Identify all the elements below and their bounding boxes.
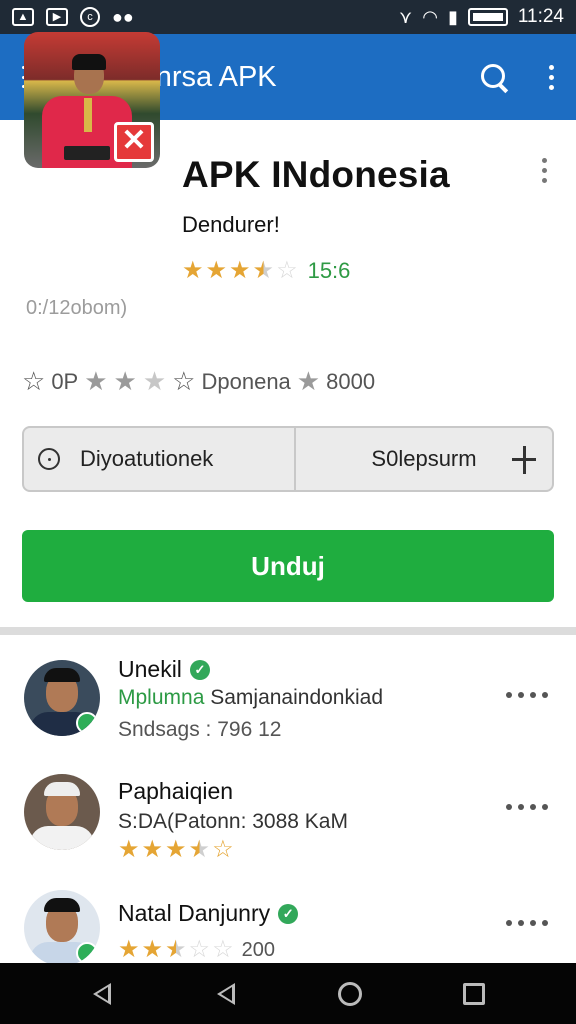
star-icon: ★ xyxy=(296,366,321,396)
reviewer-name-text: Natal Danjunry xyxy=(118,900,271,926)
description-button[interactable]: Diyoatutionek xyxy=(24,428,296,490)
review-item[interactable]: Unekil ✓ Mplumna Samjanaindonkiad Sndsag… xyxy=(0,650,576,760)
star-icon: ★ xyxy=(113,366,137,396)
section-divider xyxy=(0,627,576,635)
app-rating: ★ ★ ★ ★ ☆ 15:6 xyxy=(182,258,350,284)
download-button[interactable]: Unduj xyxy=(22,530,554,602)
avatar xyxy=(24,774,100,850)
back-icon[interactable] xyxy=(82,974,122,1014)
home-icon[interactable] xyxy=(330,974,370,1014)
system-nav-bar xyxy=(0,963,576,1024)
reviewer-name: Unekil ✓ xyxy=(118,656,210,683)
review-rating-value: 200 xyxy=(241,938,275,961)
battery-icon xyxy=(467,8,508,26)
app-title: APK INdonesia xyxy=(182,154,450,195)
review-menu-icon[interactable] xyxy=(506,920,548,926)
rating-stars: ★ ★ ★ ★ ☆ xyxy=(182,257,298,284)
review-stars: ★ ★ ★ ☆ ☆ xyxy=(118,936,234,963)
reviewer-name: Paphaiqien xyxy=(118,778,233,805)
review-meta: Sndsags : 796 12 xyxy=(118,718,282,741)
review-stars: ★ ★ ★ ★ ☆ xyxy=(118,836,234,863)
share-icon xyxy=(510,446,538,474)
review-subtitle: S:DA(Patonn: 3088 KaM xyxy=(118,810,348,833)
app-overflow-icon[interactable] xyxy=(542,158,547,183)
back-alt-icon[interactable] xyxy=(206,974,246,1014)
app-developer[interactable]: Dendurer! xyxy=(182,212,280,238)
gamepad-icon: ●● xyxy=(112,7,134,27)
review-menu-icon[interactable] xyxy=(506,804,548,810)
vibrate-icon: ⋎ xyxy=(399,7,413,27)
reviewer-name: Natal Danjunry ✓ xyxy=(118,900,299,927)
star-outline-icon: ☆ xyxy=(22,366,46,396)
share-button-label: S0lepsurm xyxy=(371,446,477,471)
description-button-label: Diyoatutionek xyxy=(80,446,214,471)
star-icon: ★ xyxy=(84,366,108,396)
status-bar: ▲ ▶ c ●● ⋎ ◠ ▮ 11:24 xyxy=(0,0,576,34)
app-size: 0:/12obom) xyxy=(26,297,128,319)
signal-icon: ▮ xyxy=(447,7,458,27)
reviewer-name-text: Paphaiqien xyxy=(118,778,234,804)
chat-icon xyxy=(38,448,60,470)
meta-label-3: 8000 xyxy=(326,368,376,394)
meta-label-2: Dponena xyxy=(201,368,291,394)
recents-icon[interactable] xyxy=(454,974,494,1014)
app-icon: ✕ xyxy=(24,32,160,168)
circle-app-icon: c xyxy=(80,7,100,27)
action-button-group: Diyoatutionek S0lepsurm xyxy=(22,426,554,492)
avatar xyxy=(24,660,100,736)
verified-icon: ✓ xyxy=(189,659,210,680)
status-time: 11:24 xyxy=(517,6,564,27)
star-icon: ★ xyxy=(142,366,167,396)
star-outline-icon: ☆ xyxy=(172,366,196,396)
review-menu-icon[interactable] xyxy=(506,692,548,698)
share-button[interactable]: S0lepsurm xyxy=(296,428,552,490)
meta-label-1: 0P xyxy=(51,368,79,394)
image-icon: ▲ xyxy=(12,8,34,26)
review-rating: ★ ★ ★ ☆ ☆ 200 xyxy=(118,938,275,962)
wifi-icon: ◠ xyxy=(422,7,438,27)
search-icon[interactable] xyxy=(479,62,509,92)
overflow-menu-icon[interactable] xyxy=(549,64,554,90)
verified-icon: ✓ xyxy=(278,903,299,924)
app-meta-row: ☆ 0P ★ ★ ★ ☆ Dponena ★ 8000 xyxy=(22,366,375,397)
reviewer-name-text: Unekil xyxy=(118,656,182,682)
review-item[interactable]: Paphaiqien S:DA(Patonn: 3088 KaM ★ ★ ★ ★ ☆ xyxy=(0,764,576,874)
close-badge-icon: ✕ xyxy=(114,122,154,162)
rating-value: 15:6 xyxy=(307,258,351,283)
play-icon: ▶ xyxy=(46,8,68,26)
avatar xyxy=(24,890,100,966)
review-subtitle: Mplumna Samjanaindonkiad xyxy=(118,686,384,709)
